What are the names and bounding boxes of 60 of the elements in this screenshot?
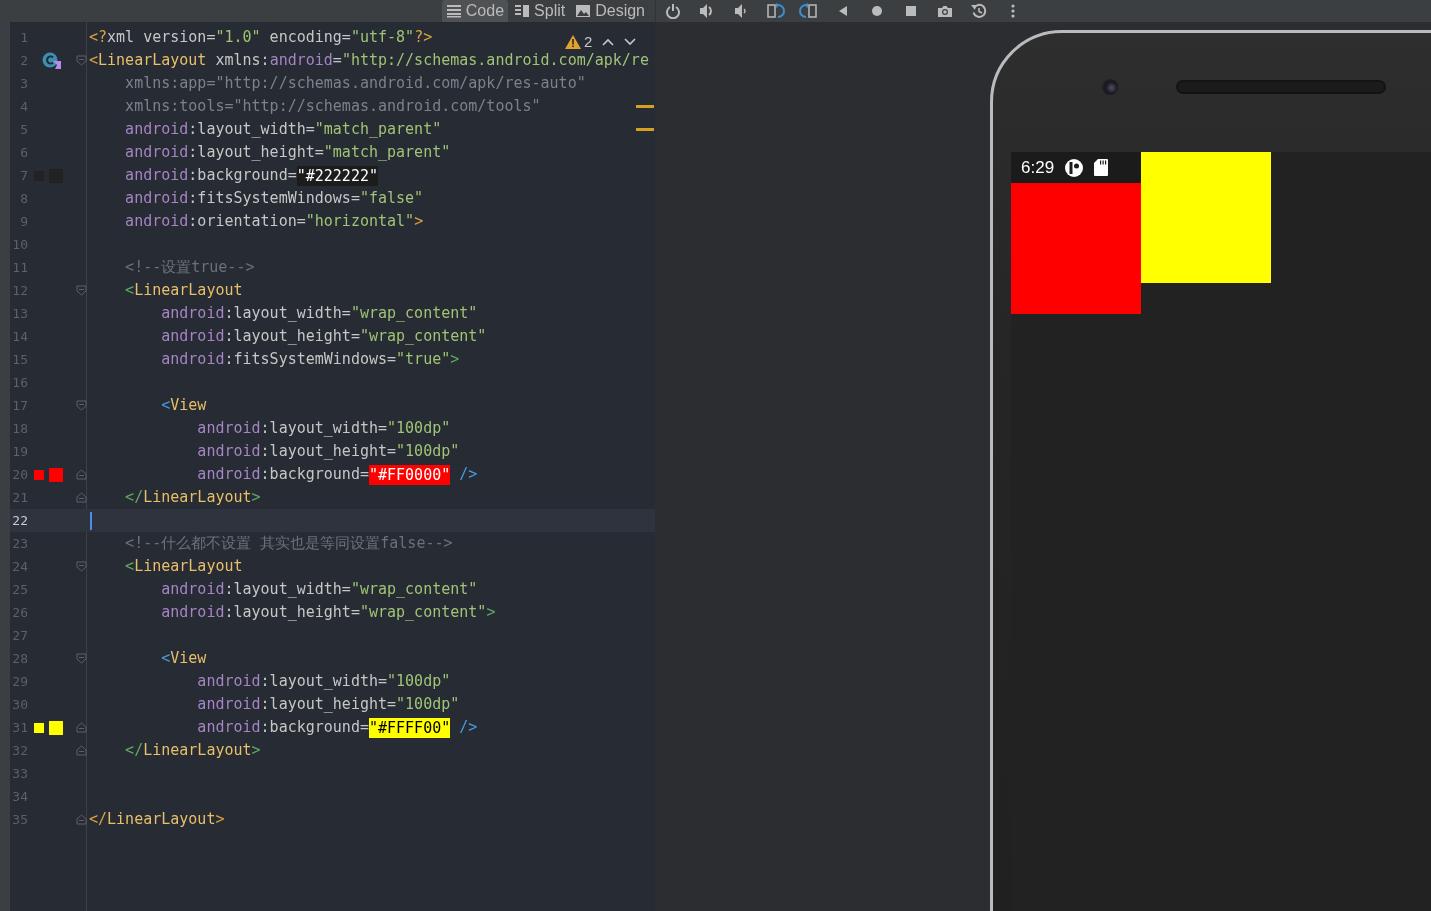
color-swatch[interactable] [49, 720, 63, 735]
code-line: android:fitsSystemWindows="true"> [160, 349, 460, 370]
code-line: xmlns:tools="http://schemas.android.com/tools" [124, 96, 541, 117]
code-line: android:layout_height="wrap_content" [160, 326, 487, 347]
camera-lens [1102, 79, 1118, 95]
fold-marker-icon[interactable] [76, 400, 87, 411]
code-line: android:fitsSystemWindows="false" [124, 188, 424, 209]
status-time: 6:29 [1021, 157, 1055, 178]
sd-card-icon [1094, 159, 1109, 176]
fold-marker-icon[interactable] [76, 722, 87, 733]
fold-marker-icon[interactable] [76, 469, 87, 480]
fold-marker-icon[interactable] [76, 492, 87, 503]
code-line: android:layout_height="match_parent" [124, 142, 451, 163]
code-line: android:layout_width="100dp" [196, 418, 451, 439]
chevron-up-icon[interactable] [602, 37, 615, 46]
lines-icon [445, 4, 462, 18]
code-line: android:orientation="horizontal"> [124, 211, 424, 232]
code-line: </LinearLayout> [89, 809, 225, 830]
warning-count: 2 [584, 33, 593, 50]
view-mode-tab[interactable]: Code [441, 0, 509, 22]
fold-marker-icon[interactable] [76, 55, 87, 66]
code-line: android:layout_width="wrap_content" [160, 303, 478, 324]
image-icon [575, 4, 592, 18]
line-number: 22 [11, 513, 29, 528]
code-line: xmlns:app="http://schemas.android.com/apk/res-auto" [124, 73, 586, 94]
fold-marker-icon[interactable] [76, 745, 87, 756]
code-line: <!--什么都不设置 其实也是等同设置false--> [124, 533, 453, 554]
fold-marker-icon[interactable] [76, 561, 87, 572]
code-line: <LinearLayout [124, 556, 243, 577]
class-icon[interactable] [42, 51, 62, 70]
fold-marker-icon[interactable] [76, 814, 87, 825]
code-line: <View [160, 648, 207, 669]
code-line: <LinearLayout xmlns:android="http://schemas.android.com/apk/re [89, 50, 649, 71]
rotate-left-icon[interactable] [764, 3, 786, 19]
code-line: android:layout_width="wrap_content" [160, 579, 478, 600]
view-mode-tab[interactable]: Design [571, 0, 649, 22]
code-line: android:layout_height="wrap_content"> [160, 602, 496, 623]
rotate-right-icon[interactable] [798, 3, 820, 19]
color-swatch[interactable] [49, 467, 63, 482]
code-line: android:layout_height="100dp" [196, 441, 460, 462]
code-line: android:layout_height="100dp" [196, 694, 460, 715]
chevron-down-icon[interactable] [624, 37, 637, 46]
fold-marker-icon[interactable] [76, 285, 87, 296]
code-line: <LinearLayout [124, 280, 243, 301]
fold-marker-icon[interactable] [76, 653, 87, 664]
text-cursor [90, 511, 92, 530]
split-icon [514, 4, 531, 18]
warning-marker[interactable] [636, 105, 654, 108]
view-mode-tab[interactable]: Split [510, 0, 570, 22]
code-line: <!--设置true--> [124, 257, 255, 278]
code-line: android:background="#222222" [124, 164, 378, 187]
warning-marker[interactable] [636, 128, 654, 131]
code-line: </LinearLayout> [124, 740, 261, 761]
code-line: <View [160, 395, 207, 416]
code-line: <?xml version="1.0" encoding="utf-8"?> [89, 27, 433, 48]
notification-icon [1064, 157, 1085, 178]
code-line: android:layout_width="match_parent" [124, 119, 442, 140]
warning-icon[interactable] [565, 34, 581, 49]
code-line: </LinearLayout> [124, 487, 261, 508]
code-line: android:layout_width="100dp" [196, 671, 451, 692]
